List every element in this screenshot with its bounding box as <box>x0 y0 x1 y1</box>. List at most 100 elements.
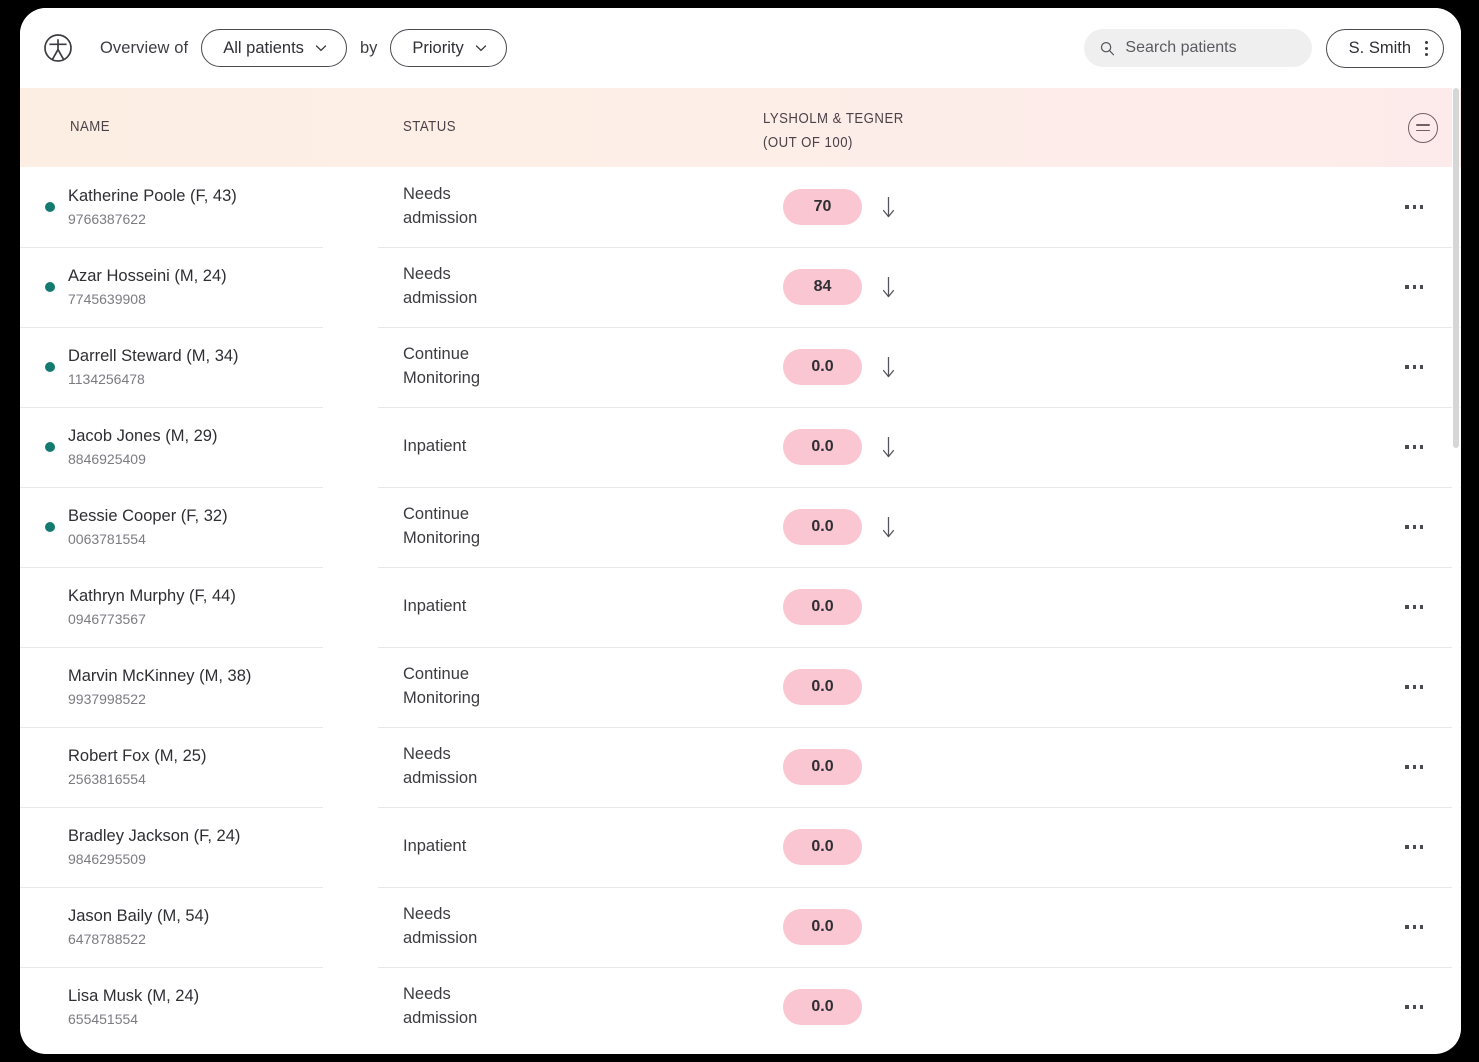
patient-name: Jacob Jones (M, 29) <box>68 426 218 445</box>
table-row[interactable]: Marvin McKinney (M, 38) 9937998522 Continu… <box>20 647 1461 727</box>
table-row[interactable]: Lisa Musk (M, 24) 655451554 Needs admission… <box>20 967 1461 1047</box>
vertical-scrollbar[interactable] <box>1452 88 1460 1054</box>
priority-dot-indicator <box>45 362 55 372</box>
score-badge: 0.0 <box>783 989 862 1025</box>
patient-status-cell: Continue Monitoring <box>403 663 703 711</box>
row-actions-menu[interactable] <box>1401 197 1427 216</box>
hamburger-circle-icon[interactable] <box>1408 112 1438 143</box>
user-name-label: S. Smith <box>1348 38 1411 57</box>
patient-name: Azar Hosseini (M, 24) <box>68 266 227 285</box>
patient-name: Lisa Musk (M, 24) <box>68 986 200 1005</box>
row-actions-menu[interactable] <box>1401 277 1427 296</box>
row-actions-menu[interactable] <box>1401 917 1427 936</box>
kebab-vertical-icon[interactable] <box>1425 40 1428 56</box>
patient-id: 2563816554 <box>68 771 146 788</box>
by-label: by <box>359 38 378 57</box>
patient-score-cell: 0.0 <box>783 749 895 785</box>
patient-name: Marvin McKinney (M, 38) <box>68 666 252 685</box>
score-badge: 70 <box>783 189 862 225</box>
chevron-down-icon <box>475 45 486 52</box>
row-actions-menu[interactable] <box>1401 437 1427 456</box>
row-actions-menu[interactable] <box>1401 997 1427 1016</box>
score-badge: 0.0 <box>783 429 862 465</box>
row-actions-menu[interactable] <box>1401 757 1427 776</box>
patient-status-line2: Monitoring <box>403 369 481 387</box>
table-row[interactable]: Bessie Cooper (F, 32) 0063781554 Continue M… <box>20 487 1461 567</box>
priority-dot-indicator <box>45 442 55 452</box>
table-row[interactable]: Bradley Jackson (F, 24) 9846295509 Inpatie… <box>20 807 1461 887</box>
patient-id: 9937998522 <box>68 691 146 708</box>
cohort-filter-dropdown[interactable]: All patients <box>201 29 347 67</box>
patient-status-line2: admission <box>403 769 478 787</box>
row-actions-menu[interactable] <box>1401 517 1427 536</box>
table-row[interactable]: Robert Fox (M, 25) 2563816554 Needs admissi… <box>20 727 1461 807</box>
arrow-down-icon <box>882 197 895 218</box>
patient-score-cell: 0.0 <box>783 509 895 545</box>
score-badge: 84 <box>783 269 862 305</box>
patient-id: 1134256478 <box>68 371 145 388</box>
sort-filter-dropdown[interactable]: Priority <box>390 29 507 67</box>
patient-status-cell: Continue Monitoring <box>403 503 703 551</box>
scrollbar-thumb[interactable] <box>1453 88 1459 448</box>
priority-dot-indicator <box>45 522 55 532</box>
patient-id: 0063781554 <box>68 531 146 548</box>
patient-status-cell: Continue Monitoring <box>403 343 703 391</box>
sort-filter-value: Priority <box>412 38 464 57</box>
patient-status-line2: Monitoring <box>403 689 481 707</box>
patient-name-cell: Lisa Musk (M, 24) 655451554 <box>68 986 368 1028</box>
column-header-status: STATUS <box>403 118 457 136</box>
score-badge: 0.0 <box>783 349 862 385</box>
score-badge: 0.0 <box>783 669 862 705</box>
patient-score-cell: 0.0 <box>783 829 895 865</box>
patient-status-line1: Inpatient <box>403 437 467 456</box>
patient-list: Katherine Poole (F, 43) 9766387622 Needs ad… <box>20 167 1461 1047</box>
patient-status-line1: Inpatient <box>403 597 467 616</box>
table-row[interactable]: Azar Hosseini (M, 24) 7745639908 Needs admi… <box>20 247 1461 327</box>
patient-status-line2: admission <box>403 289 478 307</box>
app-window: Overview of All patients by Priority S. … <box>20 8 1461 1054</box>
patient-name: Katherine Poole (F, 43) <box>68 186 237 205</box>
table-row[interactable]: Kathryn Murphy (F, 44) 0946773567 Inpatien… <box>20 567 1461 647</box>
table-row[interactable]: Darrell Steward (M, 34) 1134256478 Continu… <box>20 327 1461 407</box>
patient-status-cell: Needs admission <box>403 903 703 951</box>
patient-id: 8846925409 <box>68 451 146 468</box>
priority-dot-indicator <box>45 762 55 772</box>
patient-name-cell: Azar Hosseini (M, 24) 7745639908 <box>68 266 368 308</box>
patient-status-line1: Needs <box>403 265 451 284</box>
patient-status-line1: Needs <box>403 185 451 204</box>
patient-status-line1: Needs <box>403 905 451 924</box>
patient-name-cell: Robert Fox (M, 25) 2563816554 <box>68 746 368 788</box>
search-input[interactable] <box>1125 39 1298 57</box>
patient-score-cell: 0.0 <box>783 429 895 465</box>
patient-name-cell: Marvin McKinney (M, 38) 9937998522 <box>68 666 368 708</box>
patient-name-cell: Kathryn Murphy (F, 44) 0946773567 <box>68 586 368 628</box>
patient-name: Kathryn Murphy (F, 44) <box>68 586 236 605</box>
table-row[interactable]: Jason Baily (M, 54) 6478788522 Needs admiss… <box>20 887 1461 967</box>
patient-status-line1: Needs <box>403 745 451 764</box>
arrow-down-icon <box>882 437 895 458</box>
search-patients-box[interactable] <box>1083 29 1312 67</box>
row-actions-menu[interactable] <box>1401 677 1427 696</box>
patient-status-line2: admission <box>403 929 478 947</box>
row-actions-menu[interactable] <box>1401 357 1427 376</box>
patient-name: Bradley Jackson (F, 24) <box>68 826 241 845</box>
arrow-down-icon <box>882 357 895 378</box>
patient-status-cell: Inpatient <box>403 595 703 619</box>
priority-dot-indicator <box>45 1002 55 1012</box>
row-actions-menu[interactable] <box>1401 837 1427 856</box>
column-header-score-line1: LYSHOLM & TEGNER <box>763 110 904 127</box>
patient-score-cell: 84 <box>783 269 895 305</box>
table-row[interactable]: Jacob Jones (M, 29) 8846925409 Inpatient 0.… <box>20 407 1461 487</box>
top-toolbar: Overview of All patients by Priority S. … <box>20 8 1461 88</box>
column-header-name: NAME <box>70 118 111 136</box>
table-header-row: NAME STATUS LYSHOLM & TEGNER (OUT OF 100… <box>20 88 1461 167</box>
arrow-down-icon <box>882 277 895 298</box>
patient-status-cell: Needs admission <box>403 263 703 311</box>
row-actions-menu[interactable] <box>1401 597 1427 616</box>
priority-dot-indicator <box>45 922 55 932</box>
table-row[interactable]: Katherine Poole (F, 43) 9766387622 Needs ad… <box>20 167 1461 247</box>
patient-id: 7745639908 <box>68 291 146 308</box>
patient-name-cell: Bessie Cooper (F, 32) 0063781554 <box>68 506 368 548</box>
user-menu-button[interactable]: S. Smith <box>1325 28 1444 68</box>
score-badge: 0.0 <box>783 909 862 945</box>
